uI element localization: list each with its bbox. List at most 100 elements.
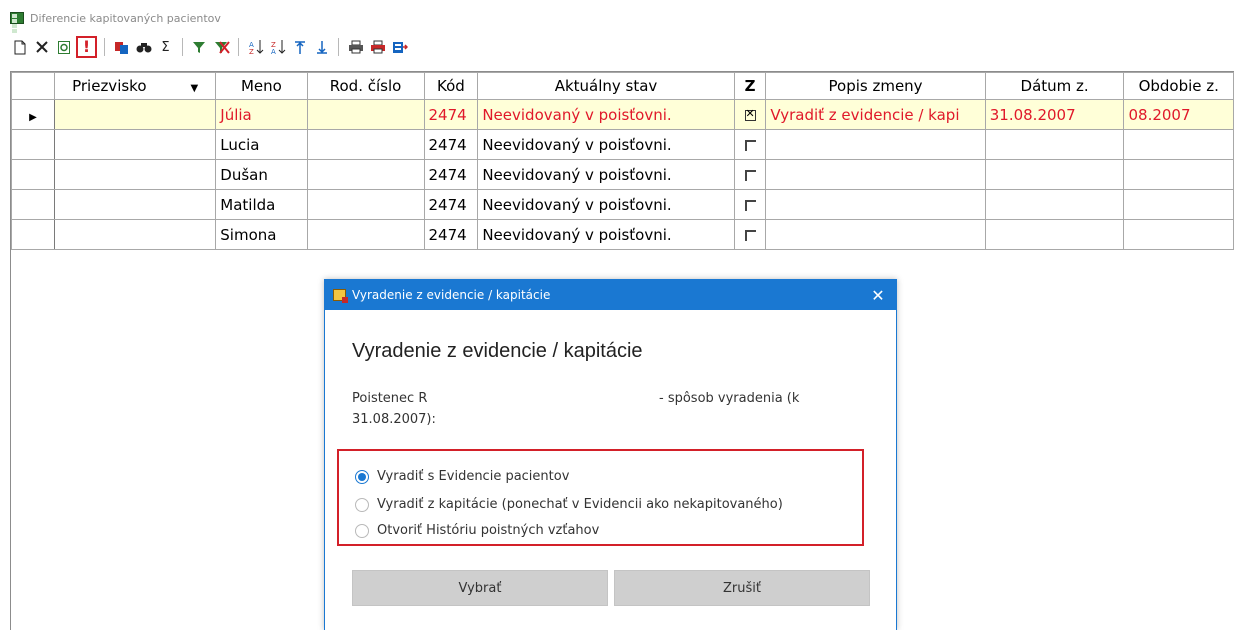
sum-icon[interactable]: Σ (156, 38, 175, 57)
cell-datum[interactable] (984, 159, 1125, 190)
alert-icon[interactable]: ! (76, 36, 97, 58)
radio-button[interactable] (355, 523, 369, 538)
cell-datum[interactable] (984, 219, 1125, 250)
filter-icon[interactable] (190, 38, 209, 57)
column-header-datum[interactable]: Dátum z. (984, 72, 1125, 100)
cell-aktualny-stav[interactable]: Neevidovaný v poisťovni. (477, 189, 735, 220)
cell-rod-cislo[interactable] (306, 159, 425, 190)
cell-priezvisko[interactable] (54, 129, 217, 160)
column-header-kod[interactable]: Kód (423, 72, 479, 100)
z-checkbox[interactable] (744, 107, 756, 121)
cell-kod[interactable]: 2474 (423, 99, 479, 130)
cell-meno[interactable]: Lucia (215, 129, 308, 160)
row-indicator[interactable] (11, 219, 56, 250)
cell-kod[interactable]: 2474 (423, 189, 479, 220)
table-row[interactable]: Simona 2474 Neevidovaný v poisťovni. (11, 219, 1234, 250)
cell-obdobie[interactable] (1123, 129, 1234, 160)
cell-obdobie[interactable]: 08.2007 (1123, 99, 1234, 130)
bottom-icon[interactable] (312, 38, 331, 57)
column-header-obdobie[interactable]: Obdobie z. (1123, 72, 1234, 100)
cell-popis-zmeny[interactable] (765, 189, 986, 220)
column-header-priezvisko[interactable]: Priezvisko ▼ (54, 72, 217, 100)
clear-filter-icon[interactable] (212, 38, 231, 57)
option-vyradit-z-kapitacie[interactable]: Vyradiť z kapitácie (ponechať v Evidenci… (355, 497, 783, 512)
sort-desc-icon[interactable]: ZA (268, 38, 287, 57)
cell-z[interactable] (733, 129, 767, 160)
close-icon[interactable]: ✕ (860, 280, 896, 310)
cell-kod[interactable]: 2474 (423, 159, 479, 190)
cell-popis-zmeny[interactable] (765, 129, 986, 160)
cell-aktualny-stav[interactable]: Neevidovaný v poisťovni. (477, 99, 735, 130)
cell-popis-zmeny[interactable]: Vyradiť z evidencie / kapi (765, 99, 986, 130)
cell-priezvisko[interactable] (54, 189, 217, 220)
table-row[interactable]: Matilda 2474 Neevidovaný v poisťovni. (11, 189, 1234, 220)
cell-kod[interactable]: 2474 (423, 219, 479, 250)
z-checkbox[interactable] (744, 139, 756, 151)
cell-popis-zmeny[interactable] (765, 219, 986, 250)
cell-z[interactable] (733, 189, 767, 220)
z-checkbox[interactable] (744, 169, 756, 181)
row-indicator[interactable] (11, 189, 56, 220)
refresh-icon[interactable] (54, 38, 73, 57)
cell-meno[interactable]: Júlia (215, 99, 308, 130)
column-header-aktualny-stav[interactable]: Aktuálny stav (477, 72, 735, 100)
cell-meno[interactable]: Matilda (215, 189, 308, 220)
print-preview-icon[interactable] (368, 38, 387, 57)
cell-z[interactable] (733, 99, 767, 130)
dialog-titlebar[interactable]: Vyradenie z evidencie / kapitácie ✕ (325, 280, 896, 310)
export-icon[interactable] (390, 38, 409, 57)
radio-button[interactable] (355, 469, 369, 484)
cell-aktualny-stav[interactable]: Neevidovaný v poisťovni. (477, 129, 735, 160)
z-checkbox[interactable] (744, 199, 756, 211)
cell-meno[interactable]: Dušan (215, 159, 308, 190)
cell-priezvisko[interactable] (54, 219, 217, 250)
cell-obdobie[interactable] (1123, 159, 1234, 190)
select-icon[interactable] (112, 38, 131, 57)
row-indicator[interactable] (11, 129, 56, 160)
cell-meno[interactable]: Simona (215, 219, 308, 250)
table-row[interactable]: Lucia 2474 Neevidovaný v poisťovni. (11, 129, 1234, 160)
zrusit-button[interactable]: Zrušiť (614, 570, 870, 606)
cell-datum[interactable]: 31.08.2007 (984, 99, 1125, 130)
cell-priezvisko[interactable] (54, 159, 217, 190)
cell-rod-cislo[interactable] (306, 219, 425, 250)
cell-aktualny-stav[interactable]: Neevidovaný v poisťovni. (477, 219, 735, 250)
cell-kod[interactable]: 2474 (423, 129, 479, 160)
cell-z[interactable] (733, 219, 767, 250)
row-indicator[interactable] (11, 159, 56, 190)
radio-button[interactable] (355, 497, 369, 512)
dialog-heading: Vyradenie z evidencie / kapitácie (352, 340, 643, 362)
svg-text:A: A (271, 48, 276, 55)
cell-obdobie[interactable] (1123, 219, 1234, 250)
column-header-popis-zmeny[interactable]: Popis zmeny (765, 72, 986, 100)
delete-icon[interactable] (32, 38, 51, 57)
z-checkbox[interactable] (744, 229, 756, 241)
column-header-meno[interactable]: Meno (215, 72, 308, 100)
cell-popis-zmeny[interactable] (765, 159, 986, 190)
option-otvorit-historiu[interactable]: Otvoriť Históriu poistných vzťahov (355, 523, 599, 538)
cell-obdobie[interactable] (1123, 189, 1234, 220)
cell-z[interactable] (733, 159, 767, 190)
new-icon[interactable] (10, 38, 29, 57)
cell-aktualny-stav[interactable]: Neevidovaný v poisťovni. (477, 159, 735, 190)
dropdown-arrow-icon[interactable]: ▼ (191, 83, 199, 94)
find-icon[interactable] (134, 38, 153, 57)
top-icon[interactable] (290, 38, 309, 57)
row-indicator[interactable]: ▶ (11, 99, 56, 130)
cell-datum[interactable] (984, 129, 1125, 160)
cell-rod-cislo[interactable] (306, 129, 425, 160)
table-row[interactable]: ▶ Júlia 2474 Neevidovaný v poisťovni. Vy… (11, 99, 1234, 130)
column-header-rod-cislo[interactable]: Rod. číslo (306, 72, 425, 100)
cell-priezvisko[interactable] (54, 99, 217, 130)
option-label: Vyradiť z kapitácie (ponechať v Evidenci… (377, 497, 783, 512)
row-indicator-header (11, 72, 56, 100)
cell-rod-cislo[interactable] (306, 99, 425, 130)
sort-asc-icon[interactable]: AZ (246, 38, 265, 57)
print-icon[interactable] (346, 38, 365, 57)
option-vyradit-s-evidencie[interactable]: Vyradiť s Evidencie pacientov (355, 469, 569, 484)
cell-datum[interactable] (984, 189, 1125, 220)
table-row[interactable]: Dušan 2474 Neevidovaný v poisťovni. (11, 159, 1234, 190)
column-header-z[interactable]: Z (733, 72, 767, 100)
vybrat-button[interactable]: Vybrať (352, 570, 608, 606)
cell-rod-cislo[interactable] (306, 189, 425, 220)
